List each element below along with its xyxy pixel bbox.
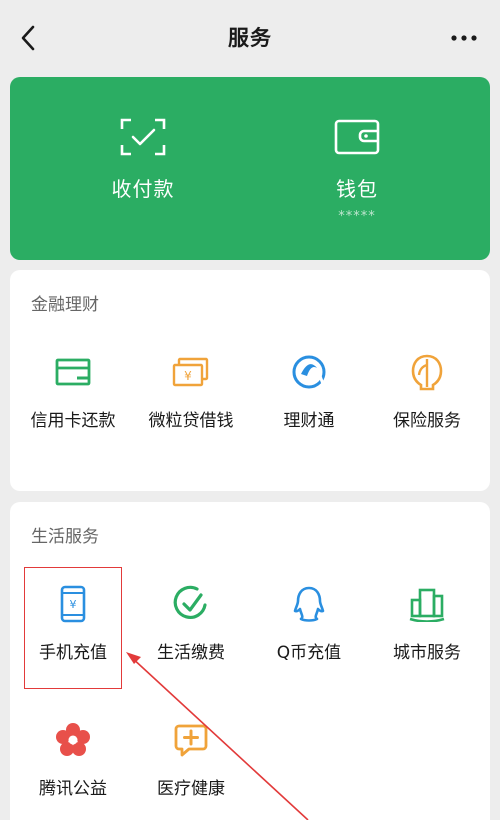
wealth-icon [292,355,326,389]
svg-text:¥: ¥ [184,369,192,383]
scan-pay-icon [120,118,166,156]
medical-label: 医疗健康 [157,779,225,799]
utility-payment-label: 生活缴费 [157,643,225,663]
pay-receive-label: 收付款 [111,177,175,201]
insurance-button[interactable]: 保险服务 [367,352,487,431]
city-service-button[interactable]: 城市服务 [367,584,487,663]
life-section-title: 生活服务 [31,527,99,547]
finance-section: 金融理财 信用卡还款 ¥ 微粒贷借钱 理财通 保险服务 [10,270,490,491]
wallet-icon [334,119,380,155]
qq-coin-button[interactable]: Q币充值 [249,584,369,663]
loan-label: 微粒贷借钱 [148,411,234,431]
finance-section-title: 金融理财 [31,295,99,315]
medical-button[interactable]: 医疗健康 [131,720,251,799]
wallet-button[interactable]: 钱包 ***** [237,77,477,260]
credit-card-repay-button[interactable]: 信用卡还款 [13,352,133,431]
wallet-card: 收付款 钱包 ***** [10,77,490,260]
more-dots-icon [451,35,477,41]
pay-receive-button[interactable]: 收付款 [23,77,263,260]
utility-payment-button[interactable]: 生活缴费 [131,584,251,663]
wallet-label: 钱包 [336,177,378,201]
credit-card-repay-label: 信用卡还款 [30,411,116,431]
top-nav-bar: 服务 [0,0,500,76]
utility-payment-icon [173,585,207,619]
qq-coin-label: Q币充值 [276,643,342,663]
credit-card-icon [55,358,91,386]
highlight-box [24,567,122,689]
loan-button[interactable]: ¥ 微粒贷借钱 [131,352,251,431]
more-button[interactable] [450,26,478,50]
charity-icon [56,723,90,756]
wallet-balance-masked: ***** [338,209,376,224]
medical-icon [174,724,208,757]
charity-label: 腾讯公益 [39,779,107,799]
wealth-button[interactable]: 理财通 [249,352,369,431]
qq-coin-icon [293,586,325,622]
city-service-icon [409,588,445,622]
charity-button[interactable]: 腾讯公益 [13,720,133,799]
city-service-label: 城市服务 [393,643,461,663]
page-title: 服务 [228,26,272,50]
loan-icon: ¥ [172,357,209,387]
insurance-icon [411,354,443,391]
insurance-label: 保险服务 [393,411,461,431]
wealth-label: 理财通 [283,411,335,431]
